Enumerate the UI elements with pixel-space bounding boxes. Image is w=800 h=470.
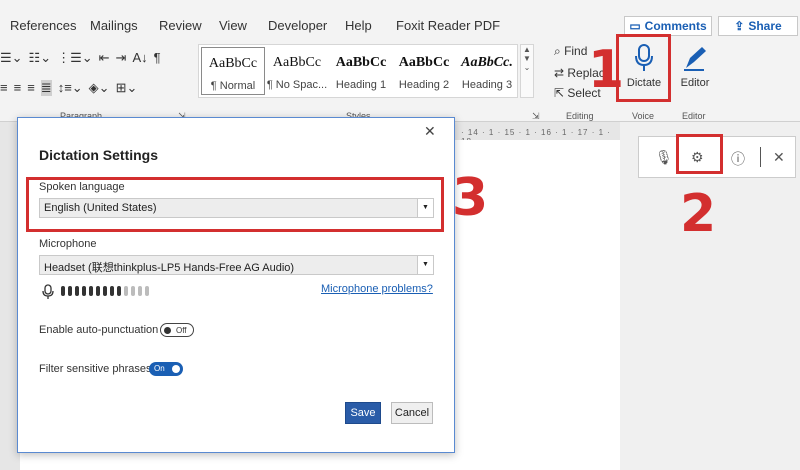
pilcrow-icon[interactable]: ¶ [154, 50, 161, 66]
style-name: Heading 1 [335, 79, 387, 91]
line-spacing-icon[interactable]: ↕≡⌄ [58, 80, 83, 96]
borders-icon[interactable]: ⊞⌄ [116, 80, 138, 96]
editing-group-label: Editing [566, 111, 594, 121]
level-bar [96, 286, 100, 296]
tab-references[interactable]: References [10, 18, 76, 33]
share-label: Share [748, 19, 782, 33]
level-bar [75, 286, 79, 296]
multilevel-list-icon[interactable]: ⋮☰⌄ [57, 50, 93, 66]
tab-developer[interactable]: Developer [268, 18, 327, 33]
level-bar [68, 286, 72, 296]
comments-button[interactable]: ▭ Comments [624, 16, 712, 36]
level-bar [124, 286, 128, 296]
style-no-spacing[interactable]: AaBbCc ¶ No Spac... [265, 47, 329, 95]
microphone-value: Headset (联想thinkplus-LP5 Hands-Free AG A… [44, 262, 295, 274]
style-heading-3[interactable]: AaBbCc. Heading 3 [455, 47, 519, 95]
align-center-icon[interactable]: ≡ [14, 80, 22, 96]
level-bar [117, 286, 121, 296]
editor-group-label: Editor [682, 111, 706, 121]
microphone-problems-link[interactable]: Microphone problems? [321, 283, 433, 295]
style-heading-1[interactable]: AaBbCc Heading 1 [329, 47, 393, 95]
tab-review[interactable]: Review [159, 18, 202, 33]
chevron-down-icon: ▼ [417, 256, 433, 274]
share-button[interactable]: ⇪ Share [718, 16, 798, 36]
style-name: Heading 2 [398, 79, 450, 91]
comments-label: Comments [644, 19, 707, 33]
styles-gallery: AaBbCc ¶ Normal AaBbCc ¶ No Spac... AaBb… [198, 44, 518, 98]
style-sample: AaBbCc [398, 55, 450, 70]
align-right-icon[interactable]: ≡ [27, 80, 35, 96]
annotation-step-2: 2 [680, 184, 717, 244]
level-bar [131, 286, 135, 296]
style-name: ¶ Normal [210, 80, 256, 92]
tab-help[interactable]: Help [345, 18, 372, 33]
bullets-icon[interactable]: ☰⌄ [0, 50, 23, 66]
annotation-step-1: 1 [588, 40, 625, 100]
voice-group-label: Voice [632, 111, 655, 121]
level-bar [103, 286, 107, 296]
level-bar [89, 286, 93, 296]
find-button[interactable]: ⌕ Find [554, 44, 587, 59]
paragraph-list-controls: ☰⌄ ☷⌄ ⋮☰⌄ ⇤ ⇥ A↓ ¶ [0, 50, 161, 66]
annotation-box-dictate [616, 34, 671, 102]
annotation-box-settings [676, 134, 723, 174]
microphone-icon[interactable]: 🎙︎ [655, 149, 673, 166]
increase-indent-icon[interactable]: ⇥ [116, 50, 127, 66]
filter-phrases-toggle[interactable]: On [149, 362, 183, 376]
cancel-button[interactable]: Cancel [391, 402, 433, 424]
justify-icon[interactable]: ≣ [40, 80, 52, 96]
share-icon: ⇪ [734, 19, 745, 33]
microphone-label: Microphone [39, 238, 97, 250]
ribbon: References Mailings Review View Develope… [0, 0, 800, 122]
level-bar [61, 286, 65, 296]
style-sample: AaBbCc [272, 55, 322, 70]
editor-label: Editor [680, 77, 710, 89]
styles-gallery-scroll[interactable]: ▲ ▼ ⌄ [520, 44, 534, 98]
toggle-state: Off [176, 326, 187, 335]
toggle-knob [172, 365, 180, 373]
annotation-step-3: 3 [452, 168, 489, 228]
styles-dialog-launcher-icon[interactable]: ⇲ [532, 111, 540, 122]
microphone-level-meter [61, 286, 149, 296]
style-normal[interactable]: AaBbCc ¶ Normal [201, 47, 265, 95]
microphone-icon [42, 284, 54, 299]
style-heading-2[interactable]: AaBbCc Heading 2 [392, 47, 456, 95]
tab-mailings[interactable]: Mailings [90, 18, 138, 33]
align-left-icon[interactable]: ≡ [0, 80, 8, 96]
auto-punctuation-toggle[interactable]: Off [160, 323, 194, 337]
save-button[interactable]: Save [345, 402, 381, 424]
comment-icon: ▭ [629, 19, 641, 33]
style-sample: AaBbCc [208, 56, 258, 71]
filter-phrases-label: Filter sensitive phrases [39, 363, 152, 375]
editor-pen-icon [684, 47, 706, 71]
numbering-icon[interactable]: ☷⌄ [29, 50, 52, 66]
dictation-settings-dialog: ✕ Dictation Settings Spoken language Eng… [17, 117, 455, 453]
editor-button[interactable]: Editor [672, 40, 718, 98]
toggle-knob [164, 327, 171, 334]
close-icon[interactable]: ✕ [424, 123, 436, 140]
toggle-state: On [154, 364, 165, 373]
dialog-title: Dictation Settings [39, 147, 159, 163]
microphone-select[interactable]: Headset (联想thinkplus-LP5 Hands-Free AG A… [39, 255, 434, 275]
level-bar [138, 286, 142, 296]
sort-icon[interactable]: A↓ [132, 50, 147, 66]
tab-foxit-reader-pdf[interactable]: Foxit Reader PDF [396, 18, 500, 33]
level-bar [82, 286, 86, 296]
style-name: ¶ No Spac... [266, 79, 328, 91]
toolbar-divider [760, 147, 761, 167]
decrease-indent-icon[interactable]: ⇤ [99, 50, 110, 66]
style-sample: AaBbCc. [461, 55, 513, 70]
style-sample: AaBbCc [335, 55, 387, 70]
close-icon[interactable]: ✕ [773, 149, 785, 166]
find-label: Find [564, 44, 588, 58]
level-bar [145, 286, 149, 296]
auto-punctuation-label: Enable auto-punctuation [39, 324, 159, 336]
shading-icon[interactable]: ◈⌄ [89, 80, 110, 96]
help-icon[interactable]: ⓘ [731, 149, 745, 169]
level-bar [110, 286, 114, 296]
tab-view[interactable]: View [219, 18, 247, 33]
style-name: Heading 3 [461, 79, 513, 91]
annotation-box-language [26, 177, 444, 232]
paragraph-align-controls: ≡ ≡ ≡ ≣ ↕≡⌄ ◈⌄ ⊞⌄ [0, 80, 137, 96]
